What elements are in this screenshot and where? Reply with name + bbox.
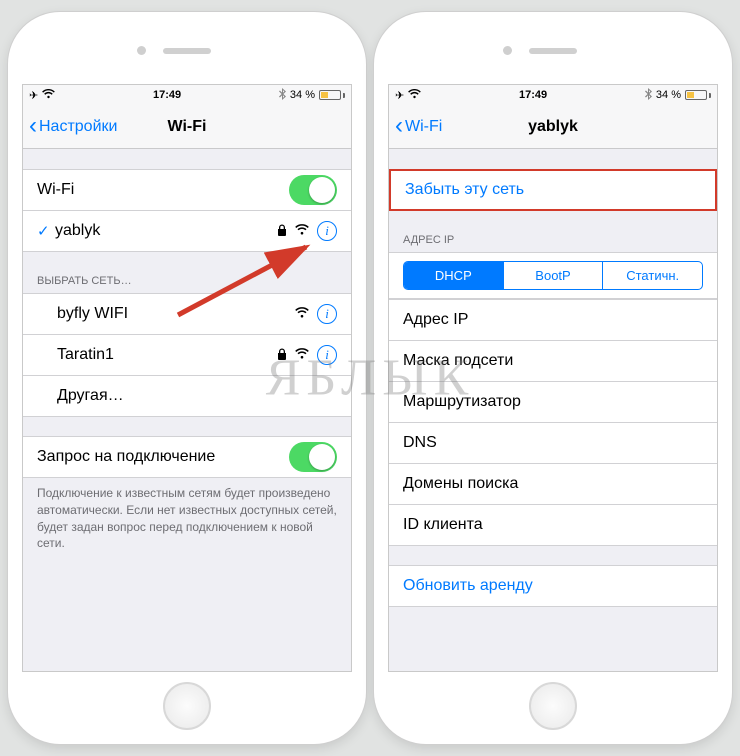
connected-network-name: yablyk [55, 222, 277, 240]
home-button[interactable] [529, 682, 577, 730]
router-label: Маршрутизатор [403, 393, 703, 411]
renew-lease-label: Обновить аренду [403, 577, 703, 595]
camera-dot [137, 46, 146, 55]
back-button[interactable]: ‹ Wi-Fi [395, 116, 442, 138]
dns-row[interactable]: DNS [389, 422, 717, 464]
back-label: Настройки [39, 118, 117, 136]
network-name: Taratin1 [57, 346, 277, 364]
router-row[interactable]: Маршрутизатор [389, 381, 717, 423]
lock-icon [277, 224, 287, 239]
airplane-icon: ✈︎ [395, 89, 404, 102]
screen-right: ✈︎ 17:49 34 % ‹ Wi-Fi yablyk [388, 84, 718, 672]
client-id-row[interactable]: ID клиента [389, 504, 717, 546]
bluetooth-icon [645, 88, 652, 103]
info-icon[interactable]: i [317, 345, 337, 365]
chevron-left-icon: ‹ [395, 114, 403, 138]
search-domains-row[interactable]: Домены поиска [389, 463, 717, 505]
screen-left: ✈︎ 17:49 34 % ‹ Настройки Wi-Fi [22, 84, 352, 672]
wifi-status-icon [408, 89, 421, 102]
ip-address-row[interactable]: Адрес IP [389, 299, 717, 341]
wifi-status-icon [42, 89, 55, 102]
ask-to-join-row[interactable]: Запрос на подключение [23, 436, 351, 478]
chevron-left-icon: ‹ [29, 114, 37, 138]
ask-to-join-label: Запрос на подключение [37, 448, 289, 466]
ask-to-join-switch[interactable] [289, 442, 337, 472]
ip-mode-segmented[interactable]: DHCP BootP Статичн. [403, 261, 703, 290]
other-network-label: Другая… [57, 387, 337, 405]
status-bar: ✈︎ 17:49 34 % [23, 85, 351, 105]
iphone-left: ✈︎ 17:49 34 % ‹ Настройки Wi-Fi [8, 12, 366, 744]
info-icon[interactable]: i [317, 221, 337, 241]
navbar: ‹ Wi-Fi yablyk [389, 105, 717, 149]
status-bar: ✈︎ 17:49 34 % [389, 85, 717, 105]
navbar: ‹ Настройки Wi-Fi [23, 105, 351, 149]
wifi-switch[interactable] [289, 175, 337, 205]
info-icon[interactable]: i [317, 304, 337, 324]
segment-bootp[interactable]: BootP [504, 262, 604, 289]
wifi-signal-icon [295, 222, 309, 240]
camera-dot [503, 46, 512, 55]
iphone-right: ✈︎ 17:49 34 % ‹ Wi-Fi yablyk [374, 12, 732, 744]
connected-network-row[interactable]: ✓ yablyk i [23, 210, 351, 252]
airplane-icon: ✈︎ [29, 89, 38, 102]
ip-section-header: АДРЕС IP [389, 230, 717, 252]
wifi-toggle-label: Wi-Fi [37, 181, 289, 199]
status-time: 17:49 [55, 89, 279, 101]
battery-icon [319, 90, 345, 100]
checkmark-icon: ✓ [37, 222, 55, 240]
battery-pct: 34 % [656, 89, 681, 101]
other-network-row[interactable]: Другая… [23, 375, 351, 417]
ip-address-label: Адрес IP [403, 311, 703, 329]
subnet-mask-row[interactable]: Маска подсети [389, 340, 717, 382]
detail-content: Забыть эту сеть АДРЕС IP DHCP BootP Стат… [389, 149, 717, 671]
dns-label: DNS [403, 434, 703, 452]
battery-pct: 34 % [290, 89, 315, 101]
client-id-label: ID клиента [403, 516, 703, 534]
wifi-signal-icon [295, 346, 309, 364]
segment-dhcp[interactable]: DHCP [404, 262, 504, 289]
forget-network-row[interactable]: Забыть эту сеть [389, 169, 717, 211]
wifi-signal-icon [295, 305, 309, 323]
segment-static[interactable]: Статичн. [603, 262, 702, 289]
network-name: byfly WIFI [57, 305, 295, 323]
network-row-taratin1[interactable]: Taratin1 i [23, 334, 351, 376]
subnet-mask-label: Маска подсети [403, 352, 703, 370]
home-button[interactable] [163, 682, 211, 730]
speaker [163, 48, 211, 54]
search-domains-label: Домены поиска [403, 475, 703, 493]
renew-lease-row[interactable]: Обновить аренду [389, 565, 717, 607]
lock-icon [277, 348, 287, 363]
forget-network-label: Забыть эту сеть [405, 181, 701, 199]
network-row-byfly[interactable]: byfly WIFI i [23, 293, 351, 335]
settings-content: Wi-Fi ✓ yablyk i [23, 149, 351, 671]
back-label: Wi-Fi [405, 118, 442, 136]
status-time: 17:49 [421, 89, 645, 101]
wifi-toggle-row[interactable]: Wi-Fi [23, 169, 351, 211]
bluetooth-icon [279, 88, 286, 103]
back-button[interactable]: ‹ Настройки [29, 116, 117, 138]
battery-icon [685, 90, 711, 100]
speaker [529, 48, 577, 54]
choose-network-header: ВЫБРАТЬ СЕТЬ… [23, 271, 351, 293]
ask-to-join-footer: Подключение к известным сетям будет прои… [23, 477, 351, 560]
